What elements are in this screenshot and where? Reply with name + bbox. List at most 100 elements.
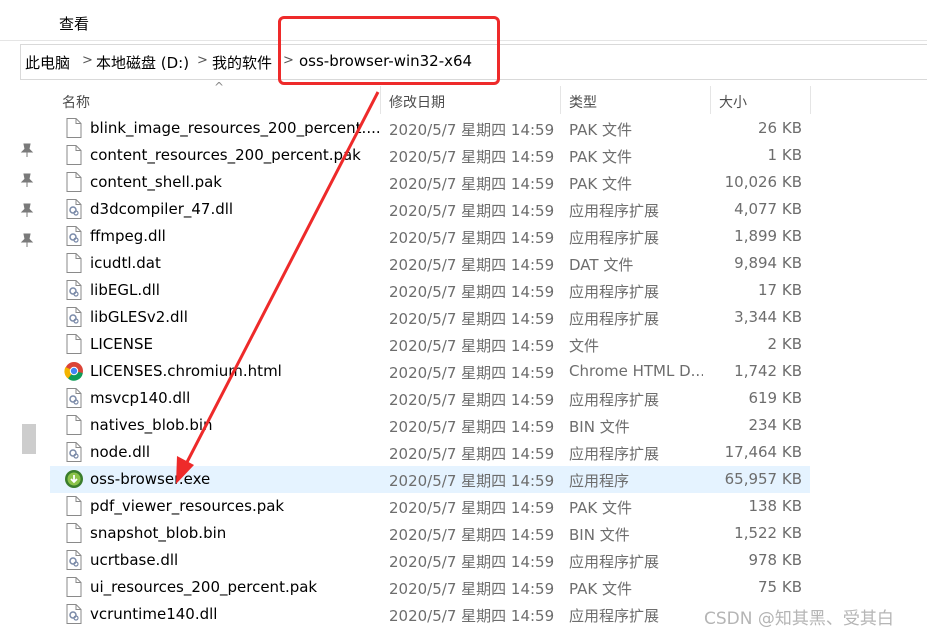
column-divider[interactable]	[380, 86, 381, 114]
column-name[interactable]: 名称	[62, 92, 90, 112]
column-modified[interactable]: 修改日期	[389, 92, 445, 112]
file-modified-date: 2020/5/7 星期四 14:59	[389, 472, 555, 490]
file-type: PAK 文件	[569, 121, 632, 139]
file-modified-date: 2020/5/7 星期四 14:59	[389, 310, 555, 328]
file-icon	[66, 496, 82, 516]
file-row[interactable]: d3dcompiler_47.dll 2020/5/7 星期四 14:59 应用程序…	[50, 196, 810, 223]
dll-icon	[66, 604, 82, 624]
navigation-pane	[0, 80, 38, 635]
file-row[interactable]: ucrtbase.dll 2020/5/7 星期四 14:59 应用程序扩展 978 …	[50, 547, 810, 574]
file-size: 1,522 KB	[734, 524, 802, 542]
file-size: 3,344 KB	[734, 308, 802, 326]
file-name: LICENSE	[90, 335, 153, 353]
column-divider[interactable]	[810, 86, 811, 114]
file-name: libGLESv2.dll	[90, 308, 188, 326]
file-modified-date: 2020/5/7 星期四 14:59	[389, 391, 555, 409]
file-size: 65,957 KB	[724, 470, 802, 488]
watermark: CSDN @知其黑、受其白	[704, 609, 894, 629]
file-icon	[66, 523, 82, 543]
pin-icon[interactable]	[20, 143, 34, 157]
file-size: 619 KB	[748, 389, 802, 407]
dll-icon	[66, 226, 82, 246]
file-modified-date: 2020/5/7 星期四 14:59	[389, 580, 555, 598]
file-row[interactable]: ui_resources_200_percent.pak 2020/5/7 星期四…	[50, 574, 810, 601]
column-header: ^ 名称 修改日期 类型 大小	[50, 80, 811, 114]
file-size: 17 KB	[758, 281, 802, 299]
file-row[interactable]: LICENSE 2020/5/7 星期四 14:59 文件 2 KB	[50, 331, 810, 358]
file-row[interactable]: ffmpeg.dll 2020/5/7 星期四 14:59 应用程序扩展 1,899 …	[50, 223, 810, 250]
file-row[interactable]: natives_blob.bin 2020/5/7 星期四 14:59 BIN 文件…	[50, 412, 810, 439]
file-size: 17,464 KB	[724, 443, 802, 461]
file-type: PAK 文件	[569, 175, 632, 193]
file-type: 应用程序扩展	[569, 445, 660, 463]
file-name: vcruntime140.dll	[90, 605, 218, 623]
file-name: d3dcompiler_47.dll	[90, 200, 234, 218]
dll-icon	[66, 442, 82, 462]
file-row[interactable]: LICENSES.chromium.html 2020/5/7 星期四 14:59…	[50, 358, 810, 385]
breadcrumb-this-pc[interactable]: 此电脑	[25, 52, 70, 73]
file-modified-date: 2020/5/7 星期四 14:59	[389, 553, 555, 571]
file-icon	[66, 334, 82, 354]
column-divider[interactable]	[560, 86, 561, 114]
file-modified-date: 2020/5/7 星期四 14:59	[389, 499, 555, 517]
breadcrumb-my-software[interactable]: 我的软件	[212, 52, 272, 73]
file-modified-date: 2020/5/7 星期四 14:59	[389, 418, 555, 436]
file-type: 文件	[569, 337, 600, 355]
file-type: 应用程序扩展	[569, 607, 660, 625]
file-row[interactable]: content_shell.pak 2020/5/7 星期四 14:59 PAK 文…	[50, 169, 810, 196]
breadcrumb-local-disk[interactable]: 本地磁盘 (D:)	[96, 52, 189, 73]
file-row[interactable]: snapshot_blob.bin 2020/5/7 星期四 14:59 BIN 文…	[50, 520, 810, 547]
file-size: 75 KB	[758, 578, 802, 596]
file-modified-date: 2020/5/7 星期四 14:59	[389, 607, 555, 625]
column-size[interactable]: 大小	[719, 92, 747, 112]
file-row[interactable]: content_resources_200_percent.pak 2020/5/…	[50, 142, 810, 169]
file-type: BIN 文件	[569, 418, 630, 436]
nav-scrollbar-thumb[interactable]	[22, 424, 36, 454]
file-modified-date: 2020/5/7 星期四 14:59	[389, 202, 555, 220]
file-size: 1 KB	[767, 146, 802, 164]
file-modified-date: 2020/5/7 星期四 14:59	[389, 229, 555, 247]
file-icon	[66, 253, 82, 273]
pin-icon[interactable]	[20, 173, 34, 187]
file-size: 9,894 KB	[734, 254, 802, 272]
file-icon	[66, 145, 82, 165]
column-divider[interactable]	[710, 86, 711, 114]
chevron-right-icon[interactable]: >	[82, 53, 93, 68]
pin-icon[interactable]	[20, 203, 34, 217]
file-name: ui_resources_200_percent.pak	[90, 578, 318, 596]
file-type: 应用程序扩展	[569, 229, 660, 247]
file-icon	[66, 118, 82, 138]
file-row[interactable]: msvcp140.dll 2020/5/7 星期四 14:59 应用程序扩展 619 …	[50, 385, 810, 412]
file-modified-date: 2020/5/7 星期四 14:59	[389, 283, 555, 301]
file-icon	[66, 577, 82, 597]
file-row[interactable]: oss-browser.exe 2020/5/7 星期四 14:59 应用程序 65,…	[50, 466, 810, 493]
column-type[interactable]: 类型	[569, 92, 597, 112]
file-type: 应用程序扩展	[569, 553, 660, 571]
pin-icon[interactable]	[20, 233, 34, 247]
chevron-right-icon[interactable]: >	[197, 53, 208, 68]
dll-icon	[66, 280, 82, 300]
file-modified-date: 2020/5/7 星期四 14:59	[389, 148, 555, 166]
file-size: 138 KB	[748, 497, 802, 515]
file-row[interactable]: vcruntime140.dll 2020/5/7 星期四 14:59 应用程序扩展	[50, 601, 810, 628]
file-name: node.dll	[90, 443, 151, 461]
file-modified-date: 2020/5/7 星期四 14:59	[389, 526, 555, 544]
file-row[interactable]: blink_image_resources_200_percent.... 202…	[50, 115, 810, 142]
file-type: Chrome HTML D...	[569, 362, 703, 380]
file-type: PAK 文件	[569, 148, 632, 166]
file-icon	[66, 172, 82, 192]
file-name: ucrtbase.dll	[90, 551, 179, 569]
file-row[interactable]: libEGL.dll 2020/5/7 星期四 14:59 应用程序扩展 17 KB	[50, 277, 810, 304]
file-size: 234 KB	[748, 416, 802, 434]
dll-icon	[66, 388, 82, 408]
file-row[interactable]: pdf_viewer_resources.pak 2020/5/7 星期四 14:…	[50, 493, 810, 520]
file-name: snapshot_blob.bin	[90, 524, 227, 542]
file-name: content_shell.pak	[90, 173, 222, 191]
file-type: 应用程序扩展	[569, 391, 660, 409]
dll-icon	[66, 199, 82, 219]
menu-view[interactable]: 查看	[59, 13, 89, 34]
file-type: DAT 文件	[569, 256, 634, 274]
file-row[interactable]: libGLESv2.dll 2020/5/7 星期四 14:59 应用程序扩展 3,3…	[50, 304, 810, 331]
file-row[interactable]: node.dll 2020/5/7 星期四 14:59 应用程序扩展 17,464 K…	[50, 439, 810, 466]
file-row[interactable]: icudtl.dat 2020/5/7 星期四 14:59 DAT 文件 9,894 …	[50, 250, 810, 277]
